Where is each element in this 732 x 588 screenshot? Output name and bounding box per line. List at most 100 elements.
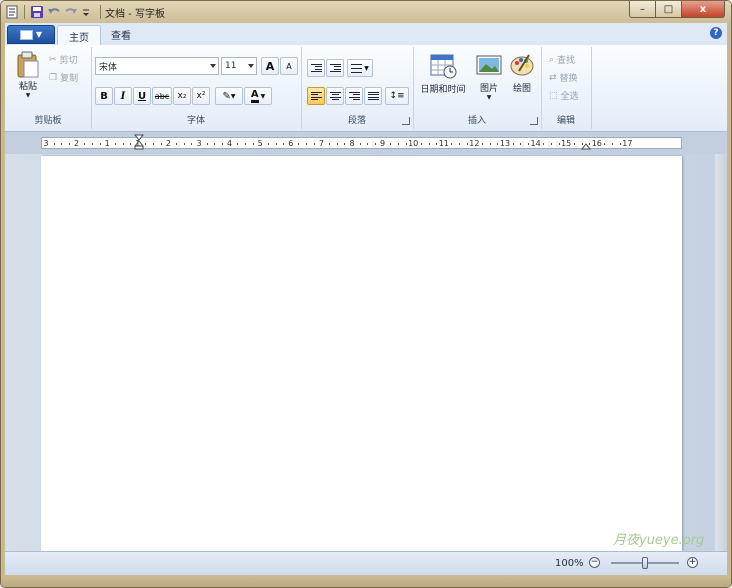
shrink-font-button[interactable]: A [280, 57, 298, 75]
replace-button[interactable]: ⇄ 替换 [549, 71, 578, 85]
wordpad-app-icon[interactable] [5, 5, 19, 19]
zoom-in-button[interactable]: + [687, 557, 698, 568]
font-family-combo[interactable]: 宋体 [95, 57, 219, 75]
calendar-clock-icon [430, 54, 457, 79]
font-size-value: 11 [225, 61, 237, 71]
ruler-tick [359, 143, 361, 145]
justify-icon [367, 91, 379, 101]
ruler-number: 7 [318, 139, 324, 148]
ruler-tick [619, 143, 621, 145]
ruler-number: 4 [227, 139, 233, 148]
strikethrough-button[interactable]: abc [152, 87, 172, 105]
document-page[interactable] [41, 156, 682, 551]
replace-icon: ⇄ [549, 72, 557, 83]
grow-font-button[interactable]: A [261, 57, 279, 75]
chevron-down-icon: ▼ [35, 30, 43, 39]
ruler-area: 3 2 1 1 2 3 4 5 6 7 8 9 10 11 12 13 14 15 16 17 [5, 132, 727, 154]
select-all-button[interactable]: ⬚ 全选 [549, 89, 579, 103]
increase-indent-button[interactable] [326, 59, 344, 77]
bold-button[interactable]: B [95, 87, 113, 105]
ruler-tick [61, 143, 63, 145]
ruler-tick [313, 143, 315, 145]
ruler-tick [367, 143, 369, 145]
ruler-tick [581, 143, 583, 145]
zoom-slider-thumb[interactable] [642, 557, 648, 569]
vertical-scrollbar[interactable] [715, 154, 727, 551]
ruler-tick [550, 143, 552, 145]
undo-icon[interactable] [47, 5, 61, 19]
ruler-tick [306, 143, 308, 145]
copy-button[interactable]: ❐ 复制 [49, 71, 78, 85]
chevron-down-icon: ▼ [486, 94, 492, 101]
paint-drawing-button[interactable]: 绘图 [507, 53, 537, 94]
italic-button[interactable]: I [114, 87, 132, 105]
ruler-tick [91, 143, 93, 145]
ruler-tick [221, 143, 223, 145]
chevron-down-icon [210, 64, 216, 68]
ruler-tick [497, 143, 499, 145]
chevron-down-icon [248, 64, 254, 68]
customize-qat-dropdown-icon[interactable] [81, 5, 95, 19]
ruler-number: 1 [104, 139, 110, 148]
ruler-number: 10 [408, 139, 419, 148]
ruler-tick [160, 143, 162, 145]
ruler-tick [191, 143, 193, 145]
align-right-button[interactable] [345, 87, 363, 105]
ruler-tick [612, 143, 614, 145]
justify-button[interactable] [364, 87, 382, 105]
date-time-button[interactable]: 日期和时间 [417, 53, 469, 95]
minimize-button[interactable]: – [629, 1, 656, 18]
close-button[interactable]: x [682, 1, 725, 18]
font-family-value: 宋体 [99, 62, 118, 73]
line-spacing-button[interactable]: ↕≡ [385, 87, 409, 105]
ruler-tick [520, 143, 522, 145]
ruler-tick [329, 143, 331, 145]
editing-group: ⌕ 查找 ⇄ 替换 ⬚ 全选 编辑 [541, 47, 592, 129]
picture-label: 图片 [479, 84, 498, 94]
horizontal-ruler[interactable]: 3 2 1 1 2 3 4 5 6 7 8 9 10 11 12 13 14 15 16 17 [41, 134, 682, 150]
zoom-out-button[interactable]: − [589, 557, 600, 568]
font-size-combo[interactable]: 11 [221, 57, 257, 75]
cut-button[interactable]: ✂ 剪切 [49, 53, 78, 67]
superscript-button[interactable]: x² [192, 87, 210, 105]
ruler-tick [237, 143, 239, 145]
ruler-number: 1 [135, 139, 141, 148]
application-menu-button[interactable]: ▼ [7, 25, 55, 44]
ruler-number: 14 [530, 139, 541, 148]
find-button[interactable]: ⌕ 查找 [549, 53, 575, 67]
list-button[interactable]: ▼ [347, 59, 373, 77]
ruler-number: 3 [196, 139, 202, 148]
paragraph-group: ▼ ↕≡ 段落 [301, 47, 414, 129]
picture-button[interactable]: 图片 ▼ [473, 53, 505, 101]
ruler-tick [397, 143, 399, 145]
decrease-indent-button[interactable] [307, 59, 325, 77]
align-left-button[interactable] [307, 87, 325, 105]
subscript-button[interactable]: x₂ [173, 87, 191, 105]
insert-dialog-launcher-icon[interactable] [530, 117, 538, 125]
paragraph-dialog-launcher-icon[interactable] [402, 117, 410, 125]
save-icon[interactable] [30, 5, 44, 19]
ruler-tick [604, 143, 606, 145]
paste-button[interactable]: 粘贴 ▼ [13, 51, 43, 99]
ruler-tick [176, 143, 178, 145]
tab-view[interactable]: 查看 [103, 25, 139, 44]
ruler-tick [451, 143, 453, 145]
help-icon[interactable]: ? [710, 27, 722, 39]
title-bar: 文档 - 写字板 – □ x [1, 1, 731, 23]
tab-home[interactable]: 主页 [57, 25, 101, 46]
maximize-button[interactable]: □ [656, 1, 682, 18]
font-color-button[interactable]: A ▼ [244, 87, 272, 105]
ruler-tick [420, 143, 422, 145]
bullet-list-icon [351, 63, 363, 73]
ruler-tick [466, 143, 468, 145]
zoom-slider[interactable] [611, 557, 679, 569]
ruler-tick [252, 143, 254, 145]
ruler-tick [489, 143, 491, 145]
align-left-icon [310, 91, 322, 101]
redo-icon[interactable] [64, 5, 78, 19]
highlight-color-button[interactable]: ✎ ▼ [215, 87, 243, 105]
ruler-tick [573, 143, 575, 145]
ruler-number: 12 [469, 139, 480, 148]
underline-button[interactable]: U [133, 87, 151, 105]
align-center-button[interactable] [326, 87, 344, 105]
